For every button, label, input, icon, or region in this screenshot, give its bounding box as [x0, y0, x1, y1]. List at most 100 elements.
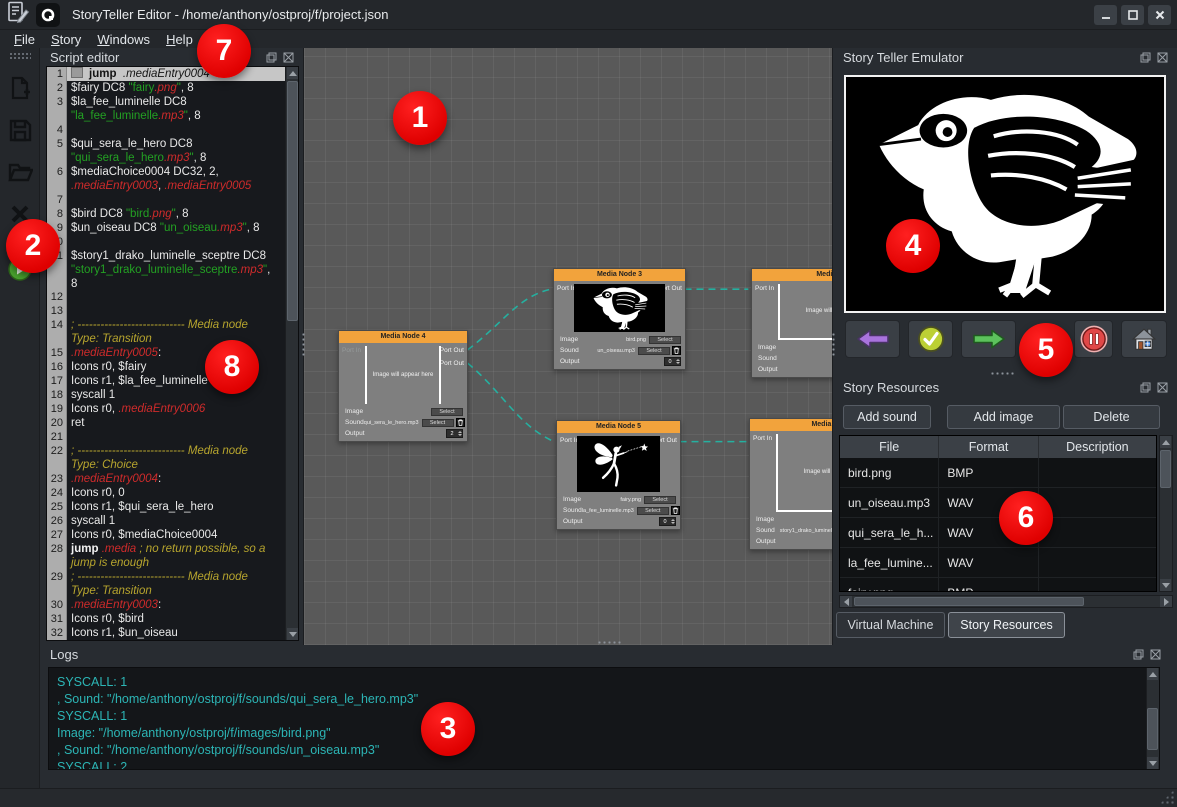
trash-icon[interactable] [671, 506, 680, 515]
logs-output[interactable]: SYSCALL: 1, Sound: "/home/anthony/ostpro… [48, 667, 1160, 770]
code-line[interactable]: 4 [47, 123, 285, 137]
scroll-down-icon[interactable] [1147, 757, 1158, 769]
code-line[interactable]: 6$mediaChoice0004 DC32, 2,.mediaEntry000… [47, 165, 285, 193]
scrollbar-thumb[interactable] [1147, 708, 1158, 750]
code-line[interactable]: 10 [47, 235, 285, 249]
scrollbar-thumb[interactable] [287, 81, 298, 321]
resources-table[interactable]: File Format Description bird.pngBMPun_oi… [839, 435, 1157, 592]
emulator-home-button[interactable] [1121, 320, 1167, 358]
code-line[interactable]: 28jump .media ; no return possible, so a… [47, 542, 285, 570]
menu-help[interactable]: Help [166, 32, 193, 47]
script-editor-scrollbar[interactable] [285, 67, 298, 640]
scroll-up-icon[interactable] [287, 67, 298, 79]
code-line[interactable]: 23.mediaEntry0004: [47, 472, 285, 486]
code-line[interactable]: 9$un_oiseau DC8 "un_oiseau.mp3", 8 [47, 221, 285, 235]
media-node[interactable]: Media NodePort InImage will appear hereI… [751, 268, 833, 378]
scrollbar-thumb[interactable] [1160, 450, 1171, 488]
scroll-down-icon[interactable] [287, 628, 298, 640]
scroll-up-icon[interactable] [1147, 668, 1158, 680]
port-out[interactable]: Port Out [440, 360, 464, 367]
code-line[interactable]: 3$la_fee_luminelle DC8"la_fee_luminelle.… [47, 95, 285, 123]
code-line[interactable]: 2$fairy DC8 "fairy.png", 8 [47, 81, 285, 95]
float-panel-icon[interactable] [265, 51, 278, 64]
code-line[interactable]: 5$qui_sera_le_hero DC8"qui_sera_le_hero.… [47, 137, 285, 165]
code-line[interactable]: 11$story1_drako_luminelle_sceptre DC8"st… [47, 249, 285, 291]
table-row[interactable]: fairy.pngBMP [840, 578, 1156, 592]
node-title[interactable]: Media Node [752, 269, 833, 281]
code-line[interactable]: 29; ---------------------------- Media n… [47, 570, 285, 598]
menu-story[interactable]: Story [51, 32, 81, 47]
emulator-confirm-button[interactable] [908, 320, 953, 358]
table-row[interactable]: bird.pngBMP [840, 458, 1156, 488]
node-title[interactable]: Media Node 3 [554, 269, 685, 281]
column-format[interactable]: Format [939, 436, 1038, 458]
code-line[interactable]: 19Icons r0, .mediaEntry0006 [47, 402, 285, 416]
node-title[interactable]: Media Node 5 [557, 421, 680, 433]
emulator-next-button[interactable] [961, 320, 1016, 358]
float-panel-icon[interactable] [1132, 648, 1145, 661]
table-vertical-scrollbar[interactable] [1159, 435, 1173, 592]
scroll-left-icon[interactable] [840, 596, 852, 607]
table-horizontal-scrollbar[interactable] [839, 595, 1173, 608]
table-row[interactable]: qui_sera_le_h...WAV [840, 518, 1156, 548]
code-line[interactable]: 18syscall 1 [47, 388, 285, 402]
close-button[interactable] [1148, 5, 1171, 25]
close-panel-icon[interactable] [1156, 381, 1169, 394]
code-line[interactable]: 25Icons r1, $qui_sera_le_hero [47, 500, 285, 514]
trash-icon[interactable] [456, 418, 465, 427]
trash-icon[interactable] [672, 346, 681, 355]
output-stepper[interactable]: 0 [659, 517, 676, 526]
scroll-right-icon[interactable] [1160, 596, 1172, 607]
select-button[interactable]: Select [644, 496, 676, 504]
splitter-script-canvas[interactable] [301, 332, 306, 358]
table-row[interactable]: la_fee_lumine...WAV [840, 548, 1156, 578]
code-line[interactable]: 30.mediaEntry0003: [47, 598, 285, 612]
code-line[interactable]: 27Icons r0, $mediaChoice0004 [47, 528, 285, 542]
close-panel-icon[interactable] [1156, 51, 1169, 64]
output-stepper[interactable]: 0 [664, 357, 681, 366]
code-line[interactable]: 32Icons r1, $un_oiseau [47, 626, 285, 640]
column-description[interactable]: Description [1039, 436, 1156, 458]
code-line[interactable]: 22; ---------------------------- Media n… [47, 444, 285, 472]
code-line[interactable]: 24Icons r0, 0 [47, 486, 285, 500]
node-graph-canvas[interactable]: Media Node 4Port InPort OutPort OutImage… [303, 48, 833, 645]
minimize-button[interactable] [1094, 5, 1117, 25]
code-line[interactable]: 20ret [47, 416, 285, 430]
tab-virtual-machine[interactable]: Virtual Machine [836, 612, 945, 638]
new-document-icon[interactable] [4, 72, 36, 104]
port-in[interactable]: Port In [753, 435, 772, 442]
code-line[interactable]: 1jump .mediaEntry0004 [47, 67, 285, 81]
output-stepper[interactable]: 2 [446, 429, 463, 438]
select-button[interactable]: Select [422, 419, 454, 427]
resize-grip[interactable] [1160, 790, 1174, 804]
menu-file[interactable]: File [14, 32, 35, 47]
emulator-back-button[interactable] [845, 320, 900, 358]
float-panel-icon[interactable] [1139, 51, 1152, 64]
scroll-up-icon[interactable] [1160, 436, 1171, 448]
close-panel-icon[interactable] [1149, 648, 1162, 661]
table-row[interactable]: un_oiseau.mp3WAV [840, 488, 1156, 518]
port-in[interactable]: Port In [342, 347, 361, 354]
code-line[interactable]: 14; ---------------------------- Media n… [47, 318, 285, 346]
select-button[interactable]: Select [638, 347, 670, 355]
select-button[interactable]: Select [649, 336, 681, 344]
delete-button[interactable]: Delete [1063, 405, 1160, 429]
float-panel-icon[interactable] [1139, 381, 1152, 394]
maximize-button[interactable] [1121, 5, 1144, 25]
code-line[interactable]: 12 [47, 290, 285, 304]
media-node[interactable]: Media Node 4Port InPort OutPort OutImage… [338, 330, 468, 442]
port-out[interactable]: Port Out [440, 347, 464, 354]
code-line[interactable]: 7 [47, 193, 285, 207]
column-file[interactable]: File [840, 436, 939, 458]
code-line[interactable]: 26syscall 1 [47, 514, 285, 528]
node-title[interactable]: Media Node 4 [339, 331, 467, 343]
add-image-button[interactable]: Add image [947, 405, 1060, 429]
logs-scrollbar[interactable] [1146, 668, 1159, 769]
code-line[interactable]: 21 [47, 430, 285, 444]
select-button[interactable]: Select [637, 507, 669, 515]
close-panel-icon[interactable] [282, 51, 295, 64]
toolbar-drag-handle[interactable] [9, 52, 31, 59]
port-in[interactable]: Port In [755, 285, 774, 292]
media-node[interactable]: Media Node 5Port InPort OutImagefairy.pn… [556, 420, 681, 530]
menu-windows[interactable]: Windows [97, 32, 150, 47]
